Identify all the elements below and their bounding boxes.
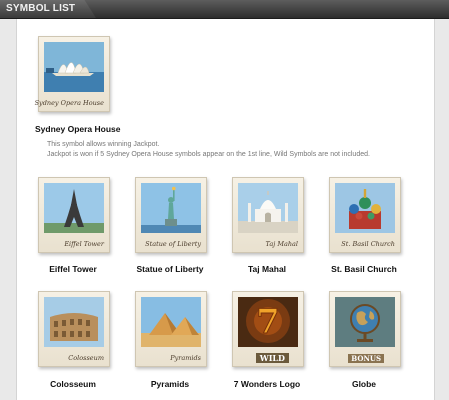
pyramids-caption: Pyramids <box>170 354 201 362</box>
symbol-name-7-wonders-logo: 7 Wonders Logo <box>233 379 301 389</box>
symbol-card-taj-mahal: Taj Mahal <box>232 177 304 253</box>
eiffel-tower-caption: Eiffel Tower <box>64 240 104 248</box>
symbol-card-colosseum: Colosseum <box>38 291 110 367</box>
jackpot-description: This symbol allows winning Jackpot. Jack… <box>47 140 370 160</box>
header-bar: SYMBOL LIST <box>0 0 449 19</box>
jackpot-desc-line-2: Jackpot is won if 5 Sydney Opera House s… <box>47 151 370 158</box>
colosseum-caption: Colosseum <box>68 354 104 362</box>
statue-of-liberty-image <box>141 183 201 233</box>
jackpot-desc-line-1: This symbol allows winning Jackpot. <box>47 141 160 148</box>
symbol-card-eiffel-tower: Eiffel Tower <box>38 177 110 253</box>
symbol-list-content[interactable]: Sydney Opera House Sydney Opera House Th… <box>16 19 435 400</box>
symbol-card-statue-of-liberty: Statue of Liberty <box>135 177 207 253</box>
statue-of-liberty-caption: Statue of Liberty <box>145 240 201 248</box>
eiffel-tower-image <box>44 183 104 233</box>
jackpot-symbol-name: Sydney Opera House <box>35 124 121 134</box>
colosseum-image <box>44 297 104 347</box>
wild-logo-image: 7 <box>238 297 298 347</box>
bonus-caption: BONUS <box>348 354 384 363</box>
symbol-name-globe: Globe <box>351 379 377 389</box>
st-basil-church-caption: St. Basil Church <box>341 240 395 248</box>
symbol-name-colosseum: Colosseum <box>50 379 96 389</box>
wild-seven-glyph: 7 <box>256 302 280 342</box>
sydney-opera-house-caption: Sydney Opera House <box>34 99 104 107</box>
symbol-name-eiffel-tower: Eiffel Tower <box>49 264 97 274</box>
taj-mahal-image <box>238 183 298 233</box>
st-basil-church-image <box>335 183 395 233</box>
globe-image <box>335 297 395 347</box>
symbol-card-sydney-opera-house: Sydney Opera House <box>34 36 110 112</box>
symbol-card-st-basil-church: St. Basil Church <box>329 177 401 253</box>
symbol-list-panel: SYMBOL LIST Sydney Opera House Sydney Op… <box>0 0 449 400</box>
symbol-name-st-basil-church: St. Basil Church <box>331 264 397 274</box>
symbol-card-globe: BONUS <box>329 291 401 367</box>
symbol-name-taj-mahal: Taj Mahal <box>247 264 287 274</box>
symbol-name-statue-of-liberty: Statue of Liberty <box>136 264 204 274</box>
sydney-opera-house-image <box>44 42 104 92</box>
pyramids-image <box>141 297 201 347</box>
header-title: SYMBOL LIST <box>6 3 76 14</box>
taj-mahal-caption: Taj Mahal <box>265 240 298 248</box>
symbol-card-pyramids: Pyramids <box>135 291 207 367</box>
symbol-name-pyramids: Pyramids <box>150 379 190 389</box>
symbol-card-7-wonders-logo: 7 WILD <box>232 291 304 367</box>
wild-caption: WILD <box>255 353 289 363</box>
